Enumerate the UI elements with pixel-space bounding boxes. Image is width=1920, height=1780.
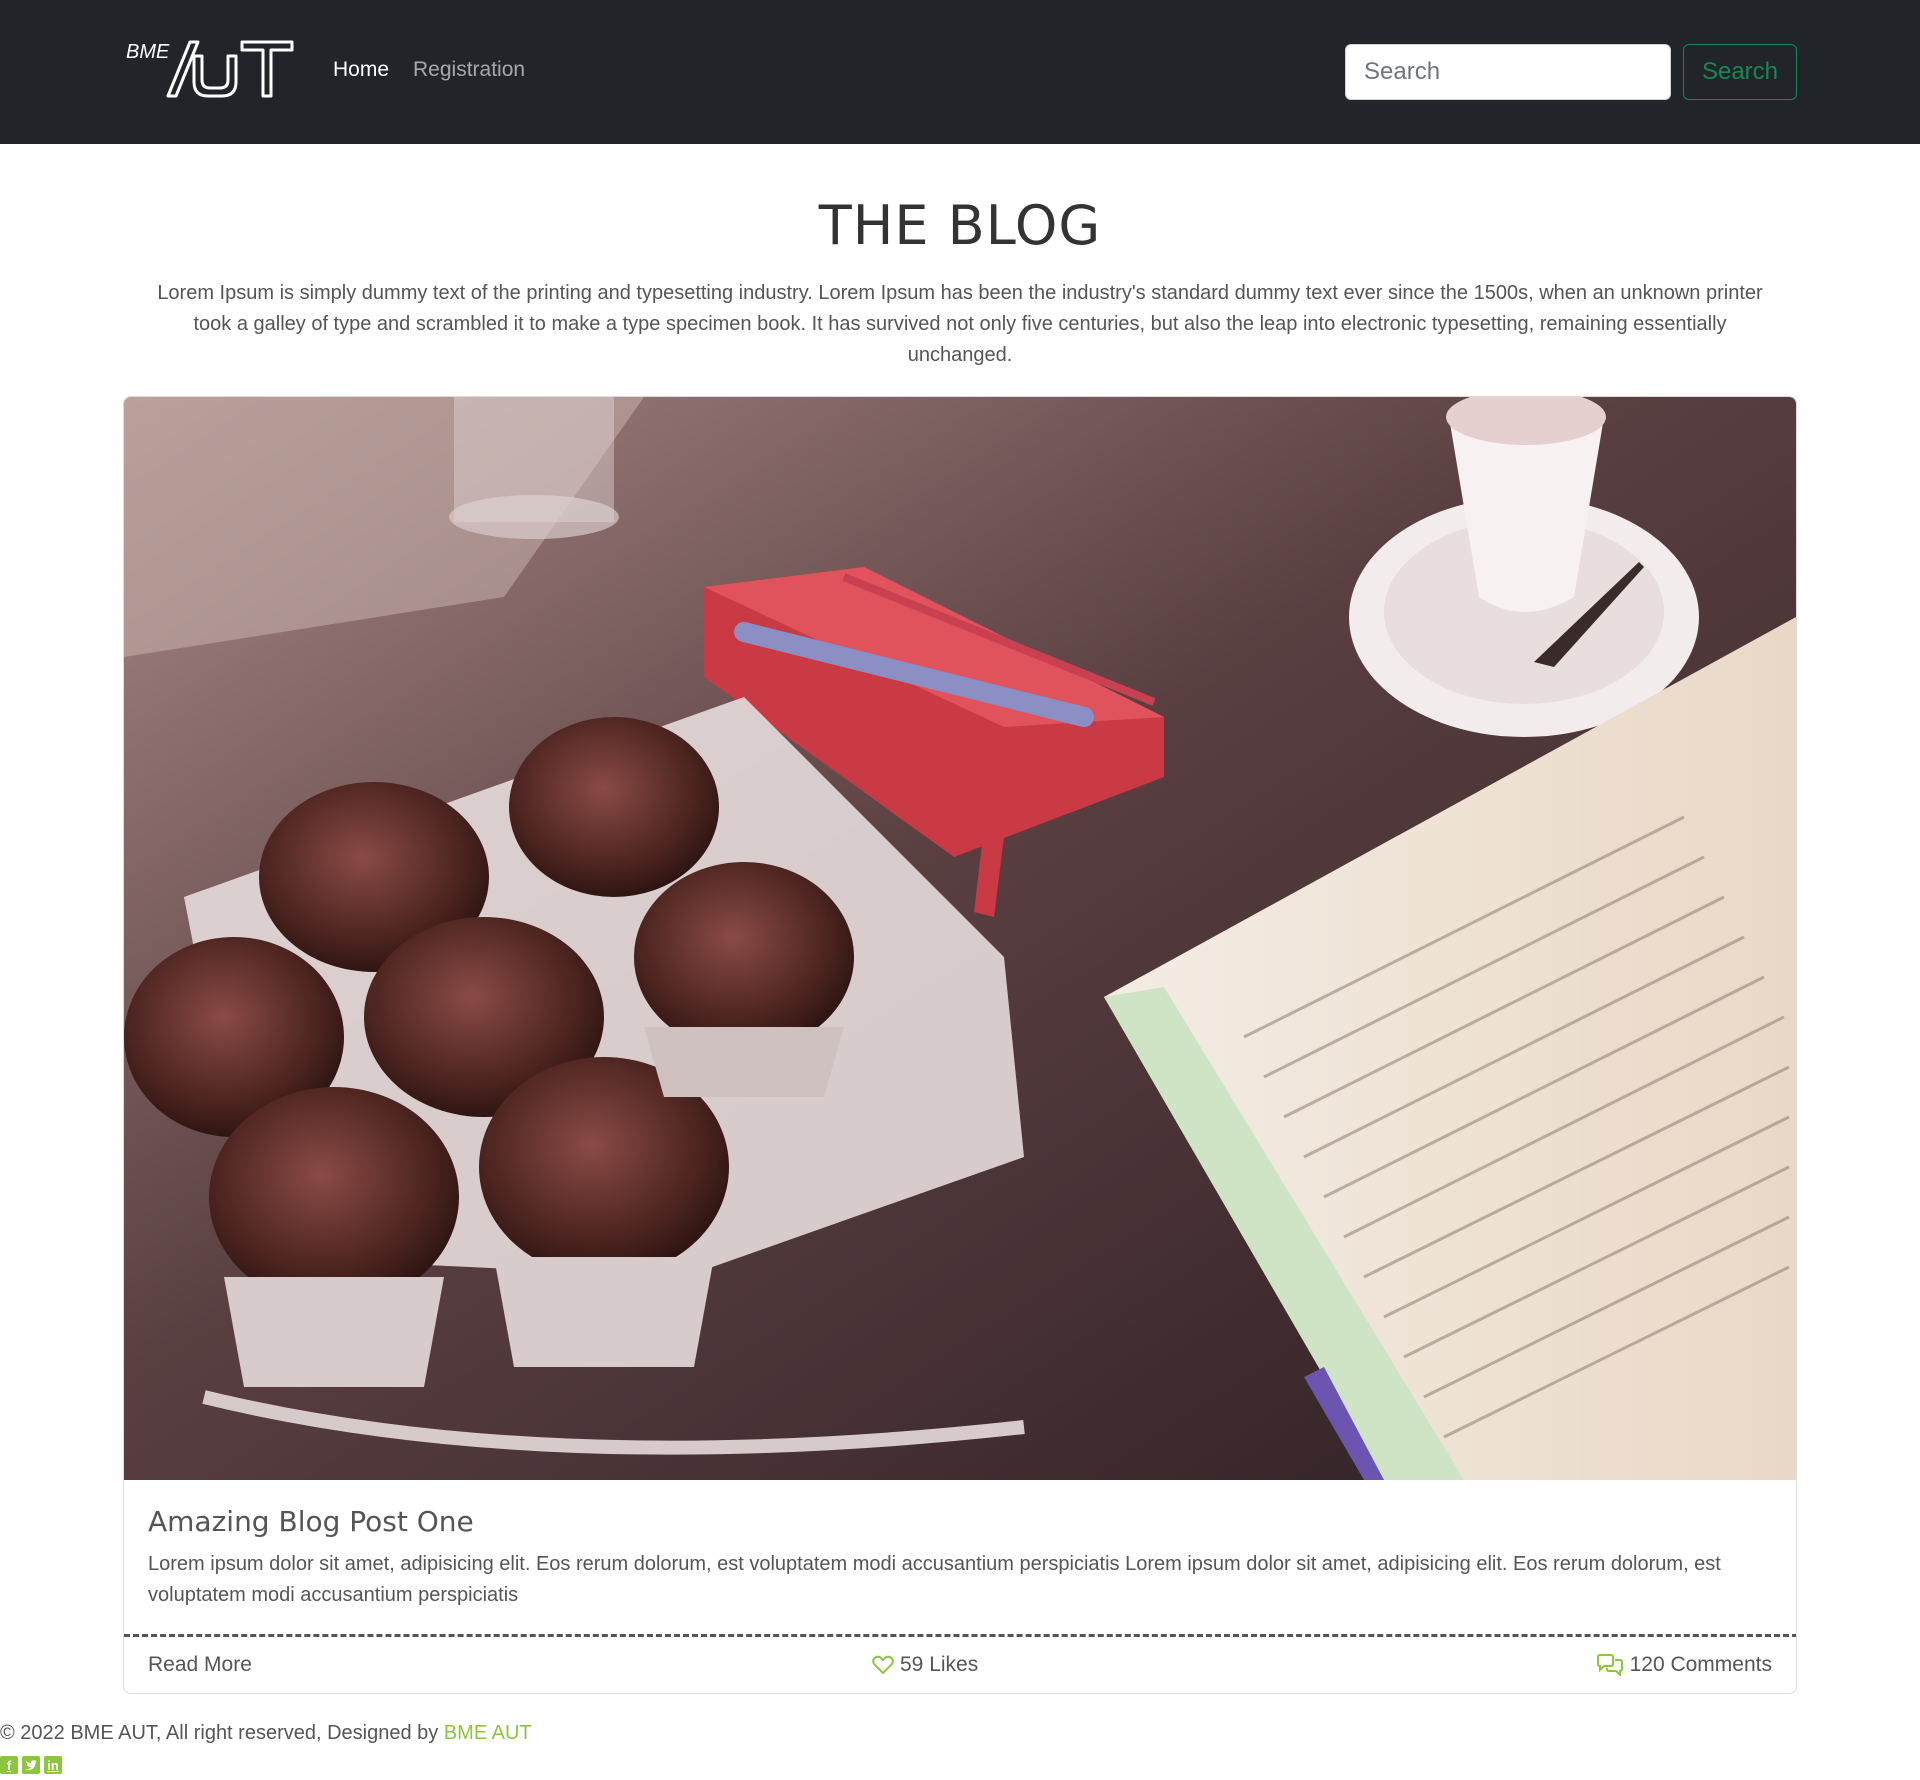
comments-icon: [1596, 1654, 1623, 1676]
social-links: f in: [0, 1756, 62, 1774]
post-excerpt: Lorem ipsum dolor sit amet, adipisicing …: [148, 1553, 1721, 1606]
blog-post-image[interactable]: [124, 397, 1796, 1480]
nav-link-registration[interactable]: Registration: [413, 58, 525, 82]
svg-text:BME: BME: [126, 41, 170, 63]
likes-label: 59 Likes: [900, 1653, 979, 1676]
navbar: BME Home Registration Search: [0, 0, 1920, 144]
twitter-icon[interactable]: [22, 1756, 40, 1774]
linkedin-icon[interactable]: in: [44, 1756, 62, 1774]
copyright-prefix: © 2022 BME AUT, All right reserved, Desi…: [0, 1722, 439, 1744]
comments-label: 120 Comments: [1629, 1653, 1772, 1676]
search-button[interactable]: Search: [1683, 44, 1797, 100]
intro-text: Lorem Ipsum is simply dummy text of the …: [157, 282, 1763, 366]
likes-counter[interactable]: 59 Likes: [872, 1653, 978, 1677]
card-footer: Read More 59 Likes 120 Comments: [124, 1637, 1796, 1693]
brand-logo[interactable]: BME: [124, 36, 294, 100]
heart-icon: [872, 1655, 894, 1675]
blog-post-card: Amazing Blog Post One Lorem ipsum dolor …: [123, 396, 1797, 1694]
post-title[interactable]: Amazing Blog Post One: [148, 1505, 474, 1538]
designer-link[interactable]: BME AUT: [444, 1722, 532, 1744]
facebook-icon[interactable]: f: [0, 1756, 18, 1774]
search-input[interactable]: [1345, 44, 1671, 100]
nav-link-home[interactable]: Home: [333, 58, 389, 82]
read-more-link[interactable]: Read More: [148, 1653, 252, 1677]
copyright-text: © 2022 BME AUT, All right reserved, Desi…: [0, 1722, 532, 1745]
comments-counter[interactable]: 120 Comments: [1596, 1653, 1772, 1677]
page-title: THE BLOG: [818, 194, 1102, 257]
